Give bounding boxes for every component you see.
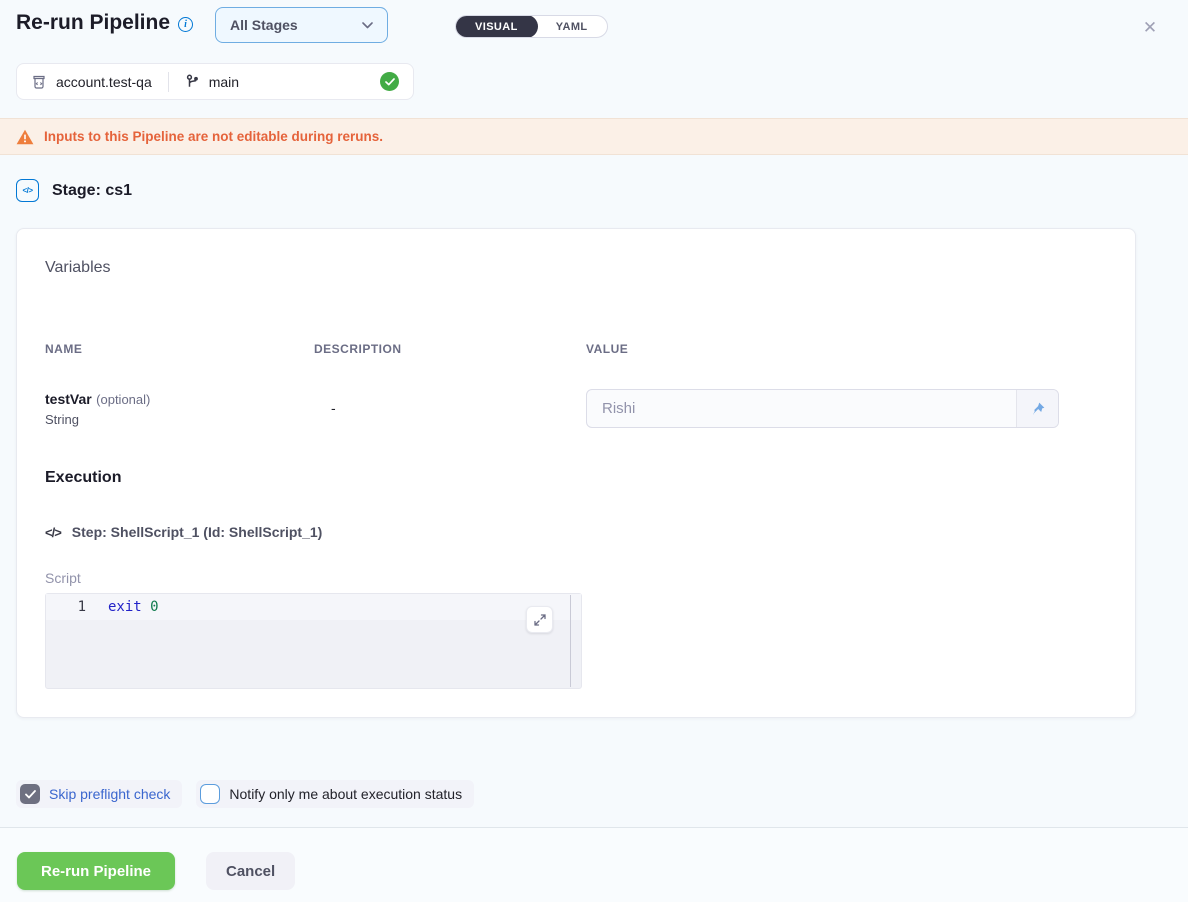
notify-me-checkbox[interactable] bbox=[200, 784, 220, 804]
expand-editor-button[interactable] bbox=[526, 606, 553, 633]
variable-type: String bbox=[45, 410, 150, 430]
script-code-editor[interactable]: 1 exit 0 bbox=[45, 593, 582, 689]
code-line: 1 exit 0 bbox=[46, 594, 581, 620]
custom-stage-icon: </> bbox=[16, 179, 39, 202]
chevron-down-icon bbox=[362, 22, 373, 29]
step-heading: </> Step: ShellScript_1 (Id: ShellScript… bbox=[45, 524, 322, 540]
notify-me-label: Notify only me about execution status bbox=[229, 786, 462, 802]
tab-yaml[interactable]: YAML bbox=[537, 16, 607, 37]
tab-yaml-label: YAML bbox=[556, 21, 588, 33]
stage-selector-dropdown[interactable]: All Stages bbox=[215, 7, 388, 43]
repository-name: account.test-qa bbox=[56, 74, 152, 90]
rerun-pipeline-button[interactable]: Re-run Pipeline bbox=[17, 852, 175, 890]
warning-banner: Inputs to this Pipeline are not editable… bbox=[0, 118, 1188, 155]
variable-value-input[interactable] bbox=[587, 390, 1016, 427]
info-icon[interactable]: i bbox=[178, 17, 193, 32]
divider bbox=[168, 72, 169, 92]
skip-preflight-option[interactable]: Skip preflight check bbox=[16, 780, 182, 808]
run-options: Skip preflight check Notify only me abou… bbox=[16, 780, 474, 808]
execution-section-title: Execution bbox=[45, 469, 121, 487]
cancel-button[interactable]: Cancel bbox=[206, 852, 295, 890]
variable-optional-tag: (optional) bbox=[96, 392, 150, 407]
page-title: Re-run Pipeline i bbox=[16, 11, 193, 35]
rerun-pipeline-dialog: Re-run Pipeline i All Stages VISUAL YAML… bbox=[0, 0, 1188, 902]
stage-heading: </> Stage: cs1 bbox=[16, 179, 132, 202]
variable-value-field-wrap bbox=[586, 389, 1059, 428]
variable-description: - bbox=[331, 400, 336, 416]
code-argument: 0 bbox=[150, 599, 158, 615]
git-branch-icon bbox=[185, 74, 200, 90]
notify-me-option[interactable]: Notify only me about execution status bbox=[196, 780, 474, 808]
step-label: Step: ShellScript_1 (Id: ShellScript_1) bbox=[72, 524, 323, 540]
stage-inputs-card: Variables NAME DESCRIPTION VALUE testVar… bbox=[16, 228, 1136, 718]
pipeline-context-card: account.test-qa main bbox=[16, 63, 414, 100]
line-number: 1 bbox=[46, 599, 108, 615]
dialog-footer: Re-run Pipeline Cancel bbox=[0, 827, 1188, 902]
column-header-name: NAME bbox=[45, 342, 82, 356]
tab-visual-label: VISUAL bbox=[475, 21, 518, 33]
skip-preflight-label: Skip preflight check bbox=[49, 786, 170, 802]
page-title-text: Re-run Pipeline bbox=[16, 11, 170, 35]
warning-message: Inputs to this Pipeline are not editable… bbox=[44, 129, 383, 144]
repository-icon bbox=[31, 74, 47, 90]
pin-icon[interactable] bbox=[1016, 390, 1058, 427]
editor-scrollbar[interactable] bbox=[570, 595, 571, 687]
column-header-description: DESCRIPTION bbox=[314, 342, 402, 356]
code-keyword: exit bbox=[108, 599, 142, 615]
warning-icon bbox=[16, 129, 34, 145]
tab-visual[interactable]: VISUAL bbox=[455, 15, 538, 38]
variables-section-title: Variables bbox=[45, 259, 111, 277]
variable-name: testVar bbox=[45, 391, 92, 407]
valid-check-icon bbox=[380, 72, 399, 91]
skip-preflight-checkbox[interactable] bbox=[20, 784, 40, 804]
branch-name: main bbox=[209, 74, 239, 90]
stage-selector-value: All Stages bbox=[230, 17, 298, 33]
close-icon[interactable]: ✕ bbox=[1138, 16, 1162, 40]
script-field-label: Script bbox=[45, 570, 81, 586]
code-step-icon: </> bbox=[45, 525, 61, 540]
variable-name-cell: testVar (optional) String bbox=[45, 389, 150, 430]
column-header-value: VALUE bbox=[586, 342, 628, 356]
view-mode-toggle: VISUAL YAML bbox=[455, 15, 608, 38]
stage-title: Stage: cs1 bbox=[52, 182, 132, 200]
